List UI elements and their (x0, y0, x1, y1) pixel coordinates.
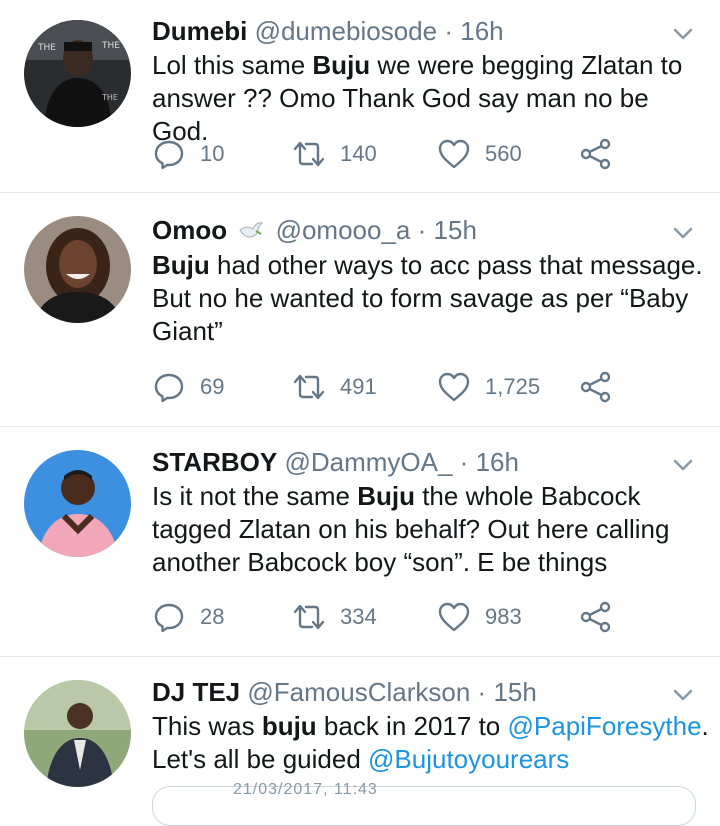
chevron-down-icon[interactable] (668, 223, 698, 243)
retweet-icon (293, 374, 325, 400)
chevron-down-icon[interactable] (668, 455, 698, 475)
like-count: 1,725 (485, 374, 541, 399)
tweet-actions: 10 140 560 (152, 134, 672, 174)
share-button[interactable] (579, 134, 613, 174)
display-name[interactable]: DJ TEJ (152, 677, 240, 707)
avatar[interactable] (24, 216, 131, 323)
keyword-highlight: buju (261, 711, 317, 741)
mention-link[interactable]: @PapiForesythe (508, 711, 702, 741)
like-count: 560 (485, 141, 522, 166)
text-segment: Lol this same (152, 50, 313, 80)
tweet-header: DJ TEJ @FamousClarkson · 15h (152, 675, 537, 709)
reply-button[interactable]: 69 (152, 367, 224, 407)
chevron-down-icon[interactable] (668, 24, 698, 44)
share-button[interactable] (579, 597, 613, 637)
svg-text:THE: THE (101, 93, 118, 102)
reply-icon (154, 140, 184, 170)
reply-icon (154, 373, 184, 403)
reply-count: 28 (200, 604, 225, 629)
heart-icon (438, 602, 470, 632)
display-name[interactable]: STARBOY (152, 447, 277, 477)
separator-dot: · (459, 447, 469, 477)
reply-button[interactable]: 28 (152, 597, 224, 637)
retweet-button[interactable]: 140 (292, 134, 377, 174)
retweet-count: 140 (340, 141, 377, 166)
retweet-button[interactable]: 334 (292, 597, 377, 637)
tweet-text: Buju had other ways to acc pass that mes… (152, 249, 712, 348)
tweet[interactable]: Omoo @omooo_a · 15h Buju had other ways … (0, 193, 720, 426)
media-card[interactable]: 21/03/2017, 11:43 (152, 781, 696, 826)
text-segment: This was (152, 711, 262, 741)
tweet-header: STARBOY @DammyOA_ · 16h (152, 445, 519, 479)
dove-emoji-icon (239, 222, 264, 238)
like-button[interactable]: 1,725 (437, 367, 540, 407)
user-handle[interactable]: @dumebiosode (255, 16, 438, 46)
reply-button[interactable]: 10 (152, 134, 224, 174)
reply-count: 10 (200, 141, 225, 166)
mention-link[interactable]: @Bujutoyourears (368, 744, 569, 774)
text-segment: Let's all be guided (152, 744, 369, 774)
display-name[interactable]: Dumebi (152, 16, 247, 46)
keyword-highlight: Buju (357, 481, 415, 511)
text-segment: had other ways to acc pass that message.… (152, 250, 703, 346)
tweet-actions: 69 491 1,725 (152, 367, 672, 407)
heart-icon (438, 372, 470, 402)
timestamp[interactable]: 16h (460, 16, 503, 46)
user-handle[interactable]: @omooo_a (276, 215, 411, 245)
keyword-highlight: Buju (152, 250, 210, 280)
timestamp[interactable]: 16h (476, 447, 519, 477)
avatar[interactable] (24, 450, 131, 557)
separator-dot: · (444, 16, 453, 46)
user-handle[interactable]: @FamousClarkson (247, 677, 470, 707)
user-handle[interactable]: @DammyOA_ (284, 447, 452, 477)
retweet-count: 491 (340, 374, 377, 399)
tweet-header: Omoo @omooo_a · 15h (152, 213, 477, 247)
heart-icon (438, 139, 470, 169)
tweet-header: Dumebi @dumebiosode · 16h (152, 14, 504, 48)
retweet-icon (293, 141, 325, 167)
tweet[interactable]: STARBOY @DammyOA_ · 16h Is it not the sa… (0, 427, 720, 656)
reply-count: 69 (200, 374, 225, 399)
avatar[interactable]: THE THE THE (24, 20, 131, 127)
text-segment: . (701, 711, 709, 741)
timestamp[interactable]: 15h (493, 677, 536, 707)
reply-icon (154, 603, 184, 633)
retweet-icon (293, 604, 325, 630)
share-icon (580, 138, 611, 170)
keyword-highlight: Buju (312, 50, 371, 80)
card-timestamp: 21/03/2017, 11:43 (233, 781, 378, 798)
chevron-down-icon[interactable] (668, 685, 698, 705)
timestamp[interactable]: 15h (434, 215, 477, 245)
tweet[interactable]: THE THE THE Dumebi @dumebiosode · 16h Lo… (0, 0, 720, 192)
like-button[interactable]: 983 (437, 597, 522, 637)
tweet-text: Is it not the same Buju the whole Babcoc… (152, 480, 712, 579)
share-icon (580, 371, 611, 403)
display-name[interactable]: Omoo (152, 215, 227, 245)
avatar[interactable] (24, 680, 131, 787)
like-button[interactable]: 560 (437, 134, 522, 174)
text-segment: back in 2017 to (316, 711, 508, 741)
svg-text:THE: THE (37, 43, 56, 53)
tweet-text: This was buju back in 2017 to @PapiFores… (152, 710, 712, 776)
retweet-button[interactable]: 491 (292, 367, 377, 407)
tweet-actions: 28 334 983 (152, 597, 672, 637)
text-segment: Is it not the same (152, 481, 358, 511)
separator-dot: · (417, 215, 427, 245)
separator-dot: · (477, 677, 487, 707)
like-count: 983 (485, 604, 522, 629)
share-icon (580, 601, 611, 633)
tweet-feed: THE THE THE Dumebi @dumebiosode · 16h Lo… (0, 0, 720, 826)
share-button[interactable] (579, 367, 613, 407)
svg-text:THE: THE (101, 41, 120, 51)
retweet-count: 334 (340, 604, 377, 629)
